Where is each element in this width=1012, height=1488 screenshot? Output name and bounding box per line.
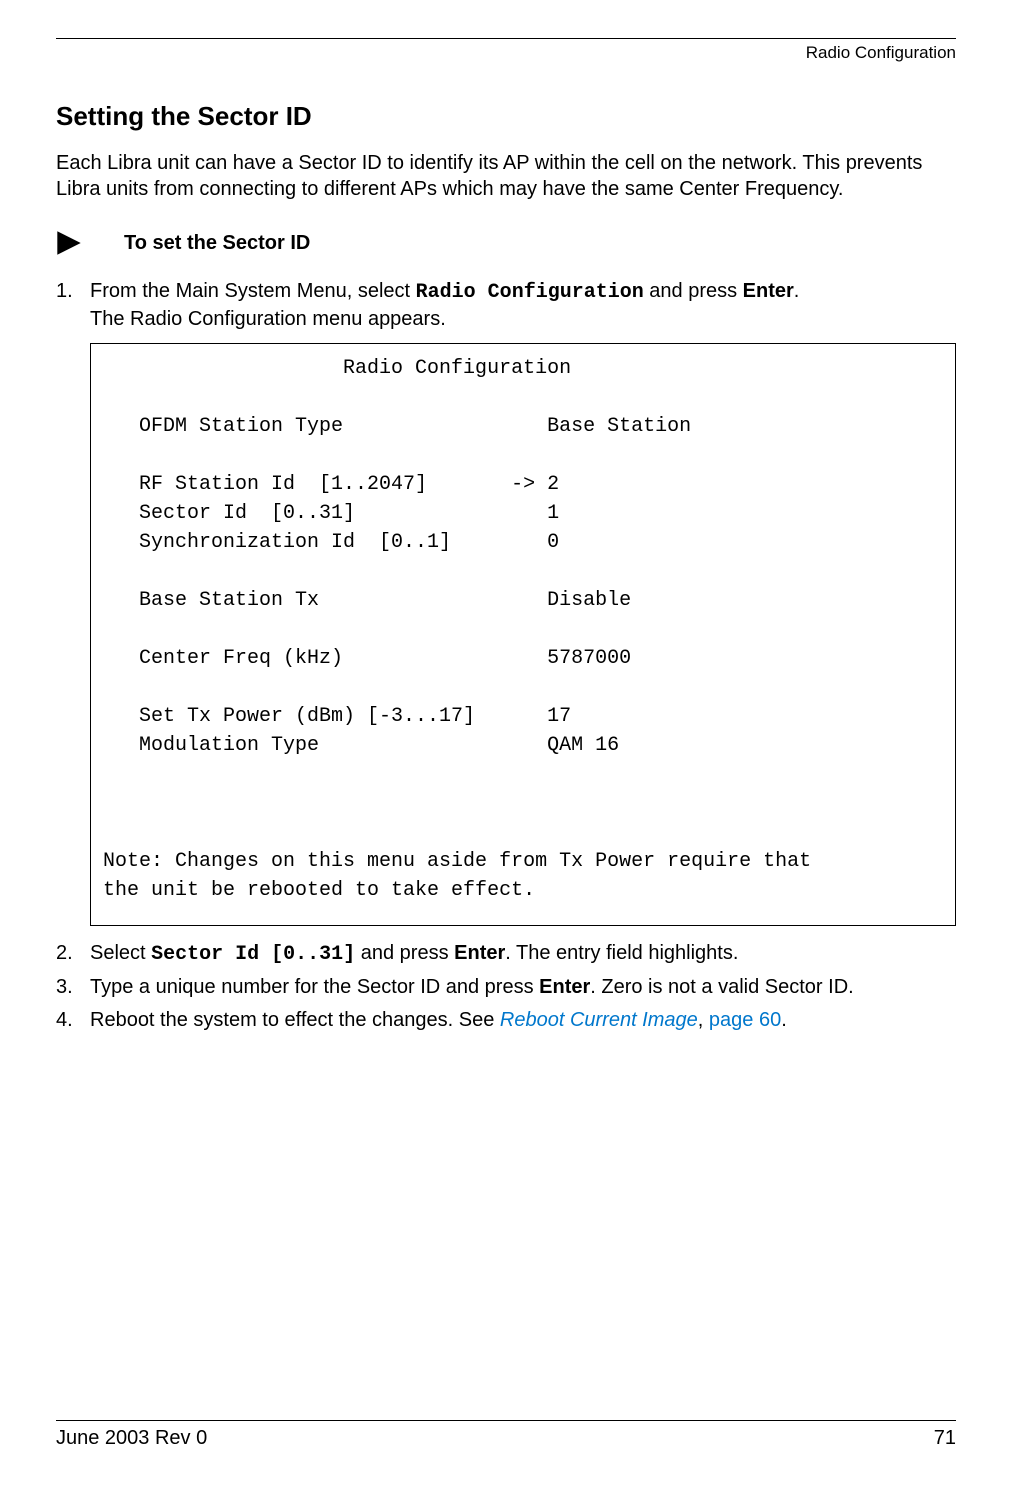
- step-2-text-pre: Select: [90, 942, 151, 964]
- terminal-title: Radio Configuration: [103, 357, 571, 380]
- terminal-note-line1: Note: Changes on this menu aside from Tx…: [103, 850, 811, 873]
- step-4-number: 4.: [56, 1007, 90, 1034]
- terminal-line-center-freq: Center Freq (kHz) 5787000: [103, 647, 631, 670]
- terminal-line-tx-power: Set Tx Power (dBm) [-3...17] 17: [103, 705, 571, 728]
- step-1-text-pre: From the Main System Menu, select: [90, 280, 416, 302]
- step-4-text-pre: Reboot the system to effect the changes.…: [90, 1009, 500, 1031]
- step-3-text-pre: Type a unique number for the Sector ID a…: [90, 976, 539, 998]
- step-2: 2. Select Sector Id [0..31] and press En…: [56, 940, 956, 968]
- step-3-key: Enter: [539, 976, 590, 998]
- step-2-key: Enter: [454, 942, 505, 964]
- terminal-note-line2: the unit be rebooted to take effect.: [103, 879, 535, 902]
- step-2-text-mid: and press: [355, 942, 454, 964]
- header-section-label: Radio Configuration: [56, 43, 956, 63]
- step-4-link[interactable]: Reboot Current Image: [500, 1009, 698, 1031]
- step-2-text-post: . The entry field highlights.: [505, 942, 738, 964]
- footer-date: June 2003 Rev 0: [56, 1427, 207, 1450]
- step-1-code: Radio Configuration: [416, 281, 644, 304]
- terminal-line-rf-station-id: RF Station Id [1..2047] -> 2: [103, 473, 559, 496]
- step-2-code: Sector Id [0..31]: [151, 943, 355, 966]
- procedure-arrow-icon: [56, 230, 82, 256]
- step-1-text-post: .: [794, 280, 800, 302]
- section-title: Setting the Sector ID: [56, 101, 956, 132]
- terminal-line-sector-id: Sector Id [0..31] 1: [103, 502, 559, 525]
- procedure-heading: To set the Sector ID: [124, 232, 310, 255]
- step-1-number: 1.: [56, 278, 90, 333]
- step-4-comma: ,: [698, 1009, 709, 1031]
- section-intro: Each Libra unit can have a Sector ID to …: [56, 150, 956, 202]
- step-4: 4. Reboot the system to effect the chang…: [56, 1007, 956, 1034]
- step-4-text-post: .: [781, 1009, 787, 1031]
- step-1-key: Enter: [743, 280, 794, 302]
- step-3-number: 3.: [56, 974, 90, 1001]
- terminal-line-base-station-tx: Base Station Tx Disable: [103, 589, 631, 612]
- step-1-line2: The Radio Configuration menu appears.: [90, 308, 446, 330]
- footer-page-number: 71: [934, 1427, 956, 1450]
- step-4-link-page[interactable]: page 60: [709, 1009, 781, 1031]
- step-3: 3. Type a unique number for the Sector I…: [56, 974, 956, 1001]
- terminal-line-ofdm: OFDM Station Type Base Station: [103, 415, 691, 438]
- terminal-output: Radio Configuration OFDM Station Type Ba…: [90, 343, 956, 926]
- step-2-number: 2.: [56, 940, 90, 968]
- step-3-text-post: . Zero is not a valid Sector ID.: [590, 976, 853, 998]
- terminal-line-modulation: Modulation Type QAM 16: [103, 734, 619, 757]
- step-1: 1. From the Main System Menu, select Rad…: [56, 278, 956, 333]
- terminal-line-sync-id: Synchronization Id [0..1] 0: [103, 531, 559, 554]
- step-1-text-mid: and press: [644, 280, 743, 302]
